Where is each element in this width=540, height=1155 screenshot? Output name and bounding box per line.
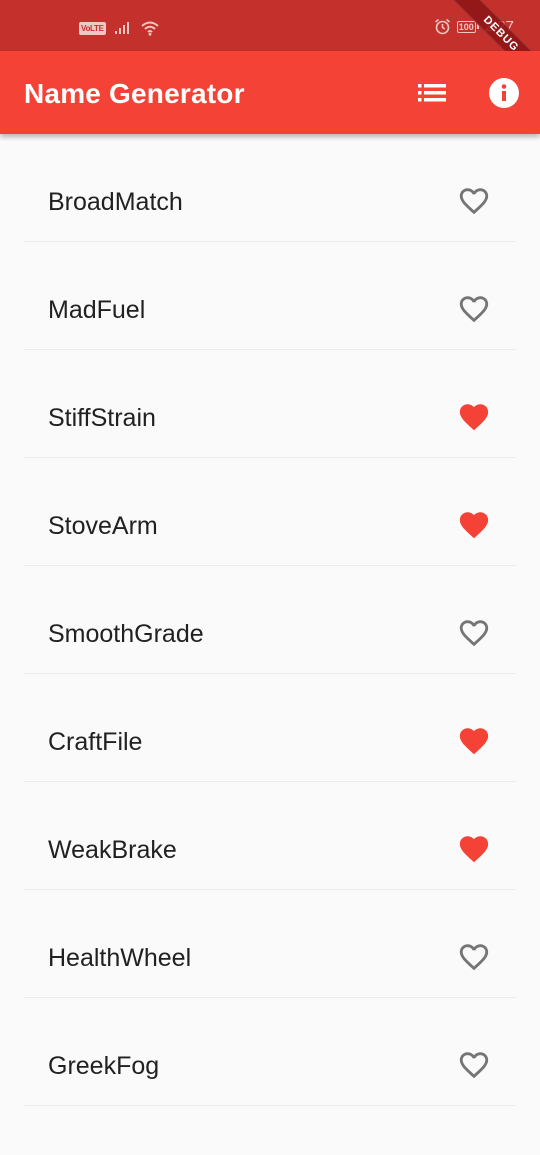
- favorite-border-heart-icon[interactable]: [456, 184, 492, 218]
- saved-list-button[interactable]: [412, 73, 452, 113]
- list-item[interactable]: WeakBrake: [0, 782, 540, 890]
- name-label: BroadMatch: [48, 188, 183, 216]
- name-label: StoveArm: [48, 512, 158, 540]
- favorite-heart-icon[interactable]: [456, 508, 492, 542]
- name-list: BroadMatch MadFuel StiffStrain StoveArm Smoo…: [0, 134, 540, 1106]
- favorite-border-heart-icon[interactable]: [456, 292, 492, 326]
- list-item[interactable]: BroadMatch: [0, 134, 540, 242]
- favorite-border-heart-icon[interactable]: [456, 616, 492, 650]
- volte-icon: VoLTE: [79, 21, 106, 35]
- favorite-border-heart-icon[interactable]: [456, 940, 492, 974]
- info-icon: [489, 78, 519, 108]
- list-item[interactable]: MadFuel: [0, 242, 540, 350]
- signal-icon: [114, 22, 129, 34]
- app-title: Name Generator: [24, 78, 245, 109]
- favorite-heart-icon[interactable]: [456, 832, 492, 866]
- list-item[interactable]: StiffStrain: [0, 350, 540, 458]
- name-label: StiffStrain: [48, 404, 156, 432]
- list-item[interactable]: SmoothGrade: [0, 566, 540, 674]
- name-label: MadFuel: [48, 296, 146, 324]
- info-button[interactable]: [484, 73, 524, 113]
- wifi-icon: [140, 21, 159, 36]
- name-label: HealthWheel: [48, 944, 192, 972]
- favorite-border-heart-icon[interactable]: [456, 1048, 492, 1082]
- status-bar: VoLTE 100 2:27 DEBUG: [0, 0, 540, 51]
- list-item[interactable]: CraftFile: [0, 674, 540, 782]
- list-icon: [418, 84, 446, 102]
- name-label: WeakBrake: [48, 836, 177, 864]
- name-label: GreekFog: [48, 1052, 160, 1080]
- favorite-heart-icon[interactable]: [456, 400, 492, 434]
- battery-level: 100: [456, 20, 476, 33]
- name-label: CraftFile: [48, 728, 143, 756]
- alarm-icon: [434, 18, 450, 35]
- app-bar: Name Generator: [0, 51, 540, 134]
- list-item[interactable]: GreekFog: [0, 998, 540, 1106]
- divider: [24, 1105, 516, 1106]
- favorite-heart-icon[interactable]: [456, 724, 492, 758]
- list-item[interactable]: StoveArm: [0, 458, 540, 566]
- name-label: SmoothGrade: [48, 620, 204, 648]
- status-left-icons: VoLTE: [79, 20, 160, 36]
- list-item[interactable]: HealthWheel: [0, 890, 540, 998]
